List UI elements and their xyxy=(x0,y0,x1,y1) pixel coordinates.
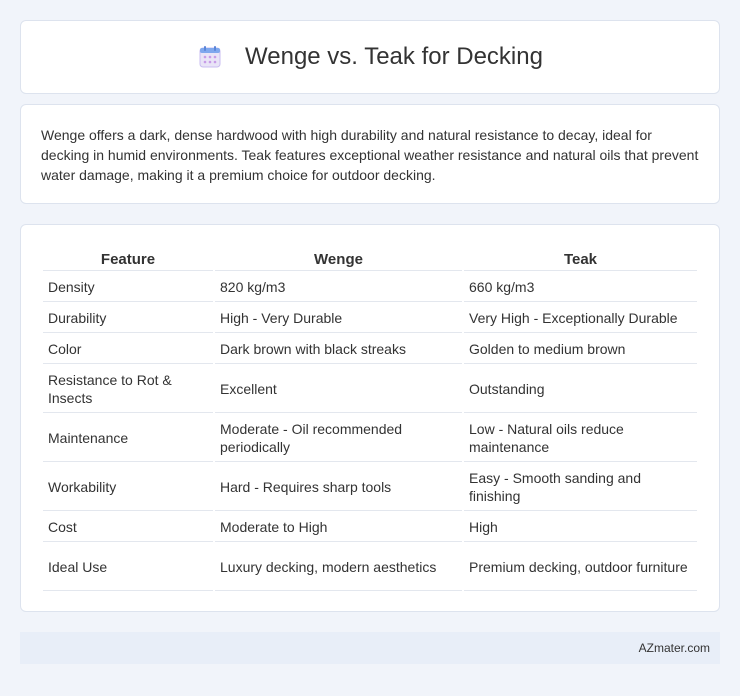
table-cell-feature: Maintenance xyxy=(43,415,213,462)
table-cell-feature: Cost xyxy=(43,513,213,542)
column-header-feature: Feature xyxy=(43,247,213,271)
column-header-teak: Teak xyxy=(464,247,697,271)
table-row: Cost Moderate to High High xyxy=(43,513,697,542)
table-row: Color Dark brown with black streaks Gold… xyxy=(43,335,697,364)
table-cell-feature: Color xyxy=(43,335,213,364)
table-cell-feature: Durability xyxy=(43,304,213,333)
table-cell-teak: Golden to medium brown xyxy=(464,335,697,364)
table-row: Density 820 kg/m3 660 kg/m3 xyxy=(43,273,697,302)
table-cell-wenge: Excellent xyxy=(215,366,462,413)
page-title: Wenge vs. Teak for Decking xyxy=(245,43,543,70)
table-row: Ideal Use Luxury decking, modern aesthet… xyxy=(43,544,697,591)
footer-site-link[interactable]: AZmater.com xyxy=(639,641,710,655)
table-header-row: Feature Wenge Teak xyxy=(43,247,697,271)
table-cell-teak: Low - Natural oils reduce maintenance xyxy=(464,415,697,462)
title-card: Wenge vs. Teak for Decking xyxy=(20,20,720,94)
table-row: Maintenance Moderate - Oil recommended p… xyxy=(43,415,697,462)
table-cell-wenge: Moderate - Oil recommended periodically xyxy=(215,415,462,462)
table-cell-wenge: High - Very Durable xyxy=(215,304,462,333)
table-row: Resistance to Rot & Insects Excellent Ou… xyxy=(43,366,697,413)
footer: AZmater.com xyxy=(20,632,720,664)
table-cell-teak: Premium decking, outdoor furniture xyxy=(464,544,697,591)
calendar-icon xyxy=(197,44,223,70)
table-cell-wenge: Moderate to High xyxy=(215,513,462,542)
table-cell-wenge: 820 kg/m3 xyxy=(215,273,462,302)
table-cell-teak: Very High - Exceptionally Durable xyxy=(464,304,697,333)
table-cell-teak: High xyxy=(464,513,697,542)
table-cell-feature: Ideal Use xyxy=(43,544,213,591)
column-header-wenge: Wenge xyxy=(215,247,462,271)
table-cell-teak: Outstanding xyxy=(464,366,697,413)
intro-text: Wenge offers a dark, dense hardwood with… xyxy=(41,127,699,183)
table-cell-feature: Density xyxy=(43,273,213,302)
table-cell-wenge: Dark brown with black streaks xyxy=(215,335,462,364)
table-row: Durability High - Very Durable Very High… xyxy=(43,304,697,333)
table-cell-wenge: Hard - Requires sharp tools xyxy=(215,464,462,511)
table-cell-wenge: Luxury decking, modern aesthetics xyxy=(215,544,462,591)
intro-card: Wenge offers a dark, dense hardwood with… xyxy=(20,104,720,204)
table-cell-feature: Resistance to Rot & Insects xyxy=(43,366,213,413)
table-row: Workability Hard - Requires sharp tools … xyxy=(43,464,697,511)
table-cell-feature: Workability xyxy=(43,464,213,511)
table-cell-teak: 660 kg/m3 xyxy=(464,273,697,302)
table-cell-teak: Easy - Smooth sanding and finishing xyxy=(464,464,697,511)
comparison-table: Feature Wenge Teak Density 820 kg/m3 660… xyxy=(41,245,699,593)
comparison-table-card: Feature Wenge Teak Density 820 kg/m3 660… xyxy=(20,224,720,612)
